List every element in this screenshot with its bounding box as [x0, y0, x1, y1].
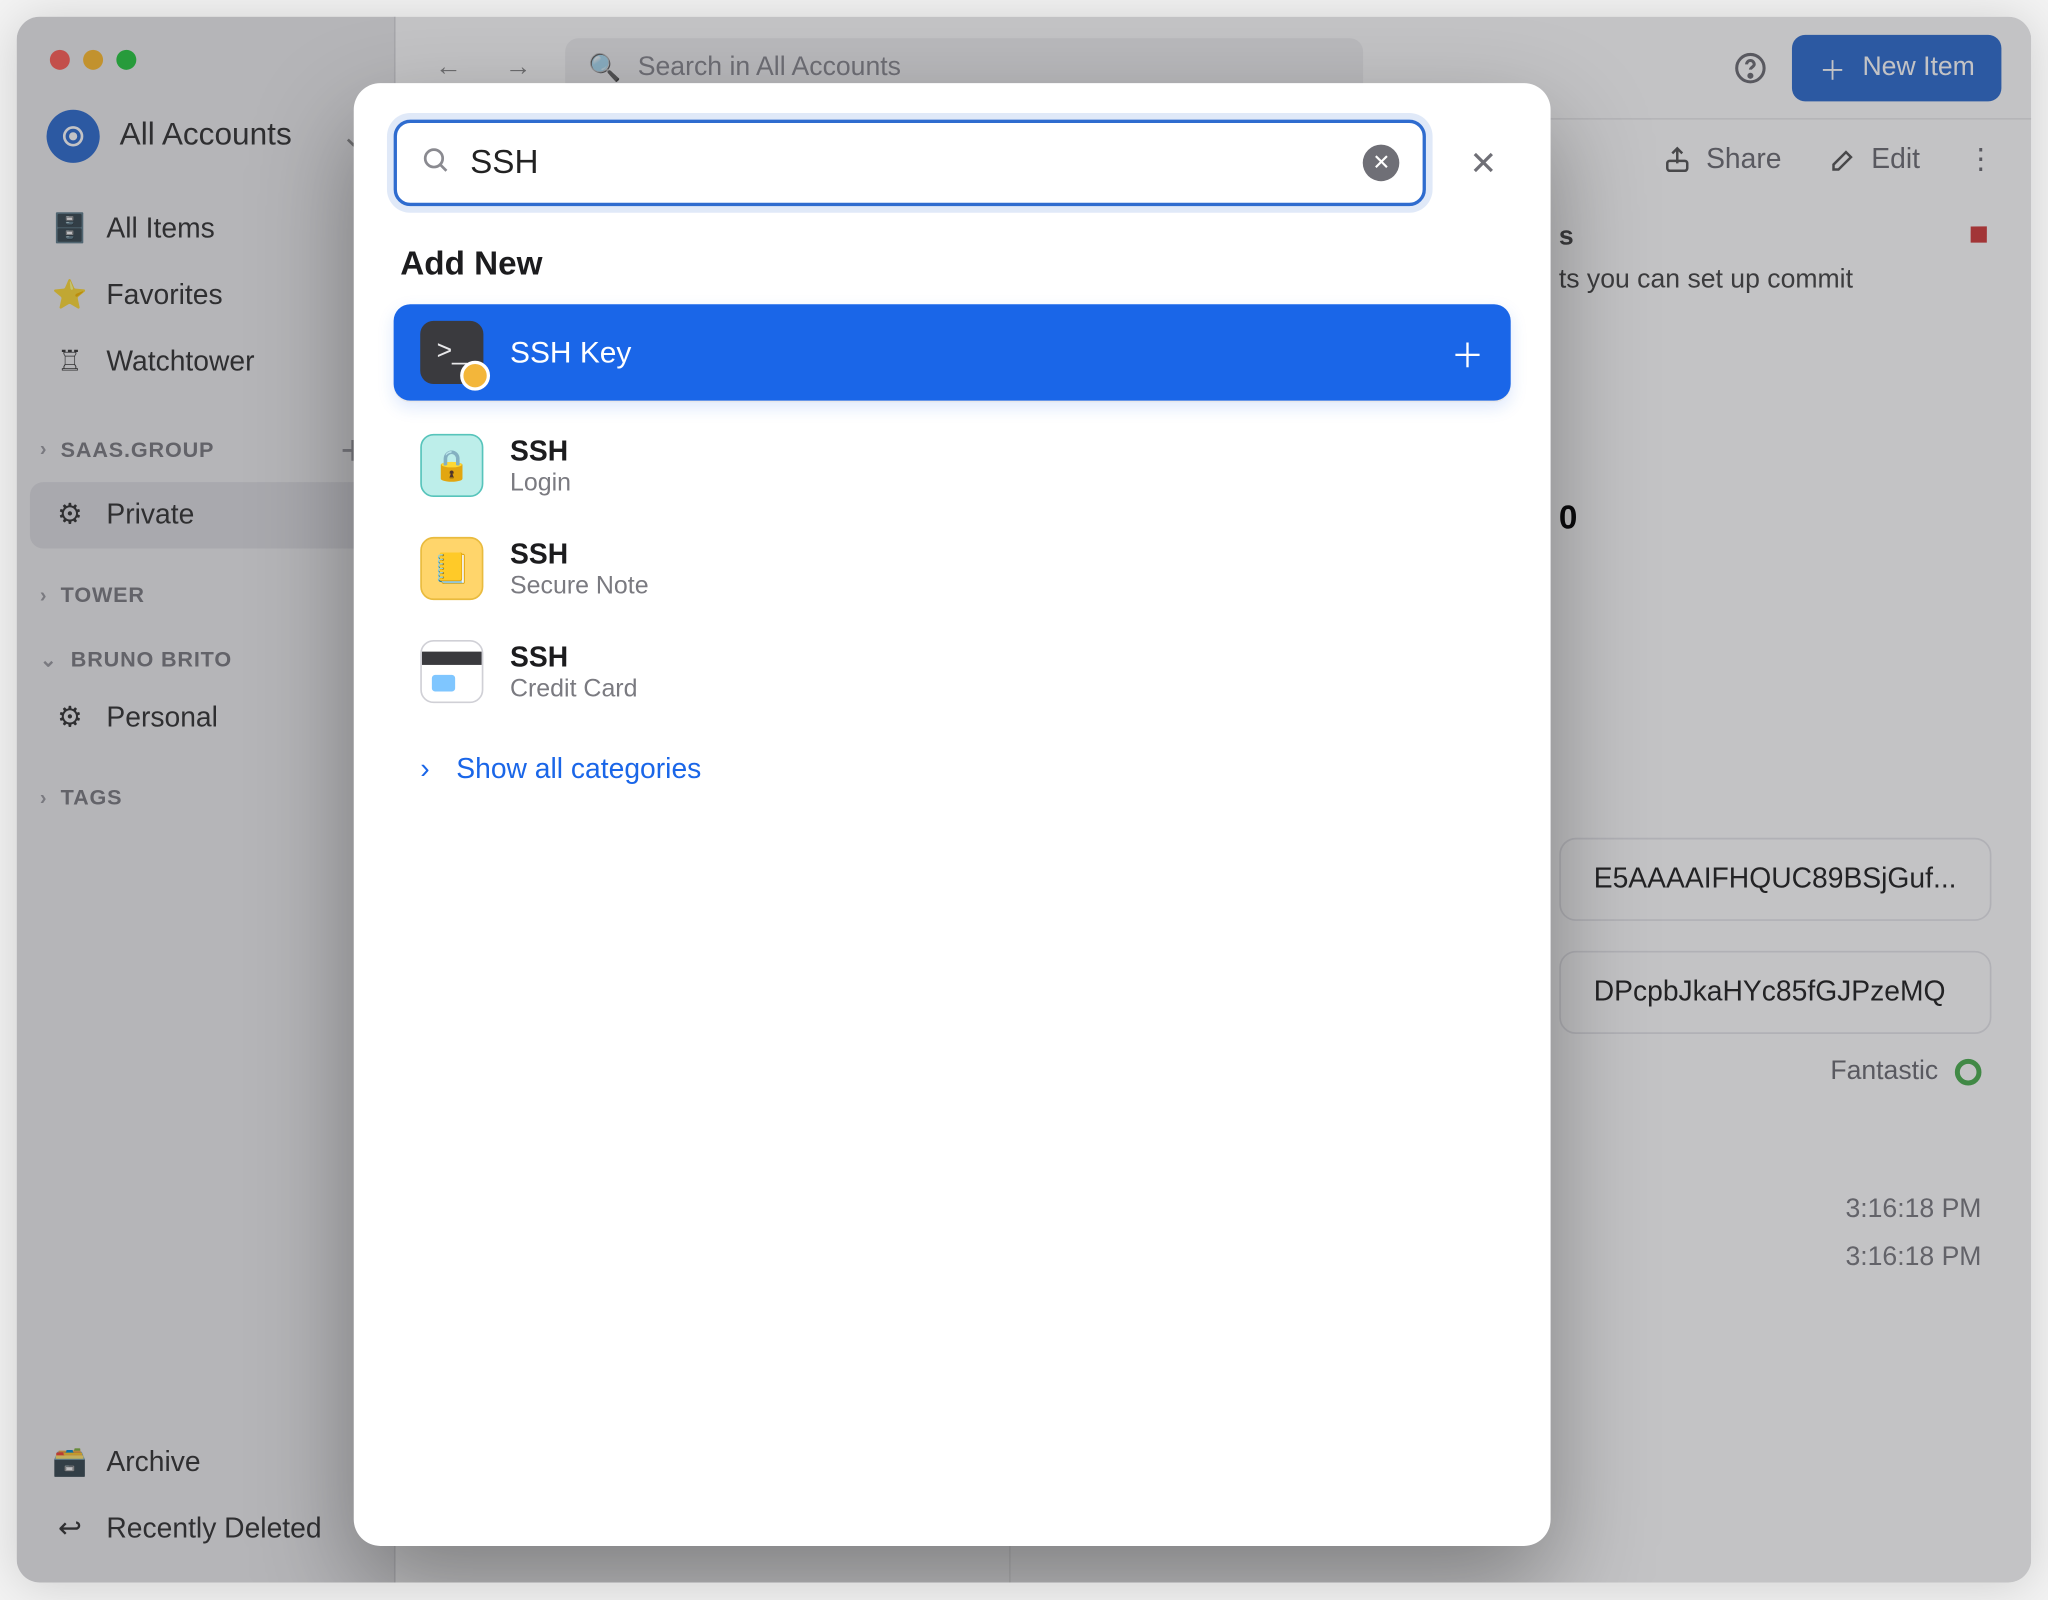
- close-modal-button[interactable]: ✕: [1456, 132, 1510, 194]
- search-icon: [420, 144, 450, 182]
- category-ssh-key[interactable]: >_ SSH Key ＋: [394, 304, 1511, 400]
- app-window: All Accounts ⌄ 🗄️ All Items ⭐ Favorites …: [17, 17, 2032, 1583]
- plus-icon: ＋: [1451, 328, 1484, 376]
- result-title: SSH: [510, 641, 638, 674]
- clear-search-icon[interactable]: ✕: [1363, 145, 1400, 182]
- result-subtitle: Credit Card: [510, 674, 638, 702]
- category-label: SSH Key: [510, 335, 631, 370]
- terminal-key-icon: >_: [420, 321, 483, 384]
- show-all-categories[interactable]: › Show all categories: [394, 723, 1511, 786]
- result-title: SSH: [510, 435, 571, 468]
- credit-card-icon: [420, 640, 483, 703]
- note-icon: 📒: [420, 537, 483, 600]
- login-icon: 🔒: [420, 434, 483, 497]
- new-item-modal: ✕ ✕ Add New >_ SSH Key ＋ 🔒 SSH Login 📒 S…: [354, 83, 1551, 1546]
- modal-search[interactable]: ✕: [394, 120, 1427, 206]
- result-subtitle: Secure Note: [510, 571, 649, 599]
- result-title: SSH: [510, 538, 649, 571]
- modal-search-input[interactable]: [470, 144, 1343, 182]
- chevron-right-icon: ›: [420, 753, 429, 786]
- category-credit-card[interactable]: SSH Credit Card: [394, 620, 1511, 723]
- result-subtitle: Login: [510, 468, 571, 496]
- category-secure-note[interactable]: 📒 SSH Secure Note: [394, 517, 1511, 620]
- modal-heading: Add New: [400, 246, 1504, 284]
- category-login[interactable]: 🔒 SSH Login: [394, 414, 1511, 517]
- show-all-label: Show all categories: [456, 753, 701, 786]
